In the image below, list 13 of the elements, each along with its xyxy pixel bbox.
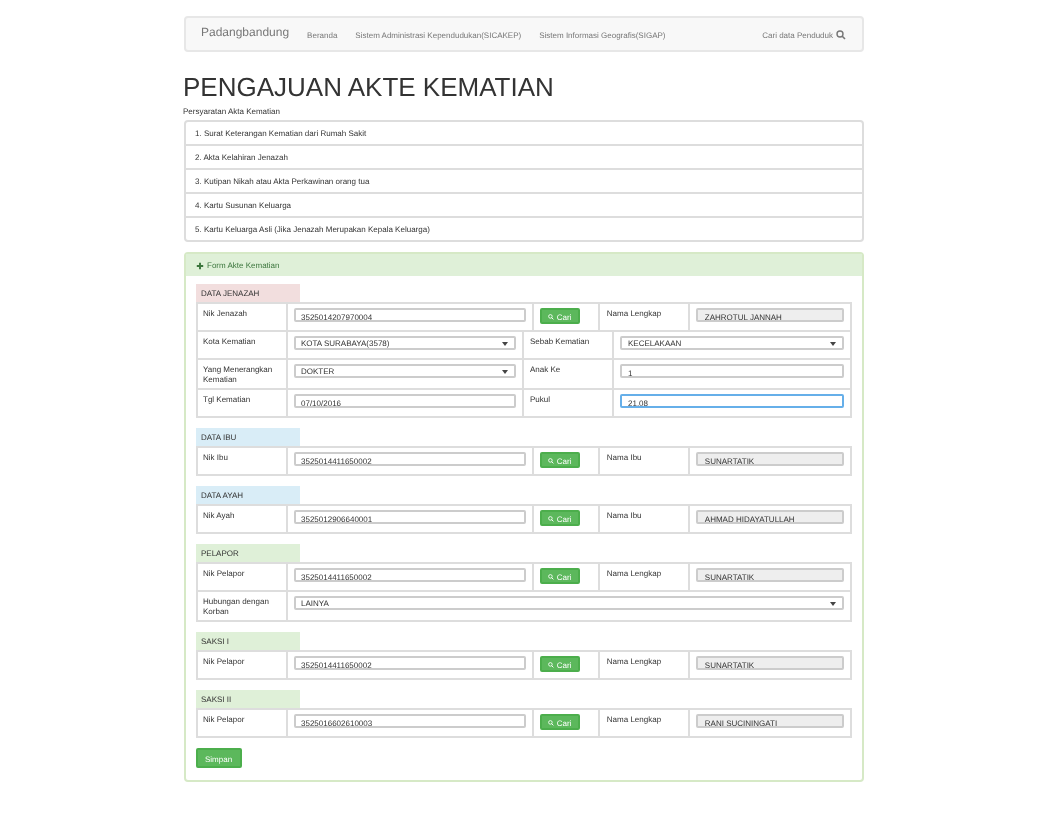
plus-icon: [195, 261, 203, 269]
caret-icon: [829, 601, 835, 605]
page-title: PENGAJUAN AKTE KEMATIAN: [183, 72, 556, 102]
search-icon[interactable]: [835, 29, 845, 39]
search-icon: [548, 573, 555, 579]
search-icon: [548, 661, 555, 667]
search-icon: [548, 515, 555, 521]
search-icon: [548, 719, 555, 725]
caret-icon: [829, 341, 835, 345]
search-icon: [548, 313, 555, 319]
caret-icon: [502, 341, 508, 345]
caret-icon: [502, 369, 508, 373]
search-icon: [548, 457, 555, 463]
